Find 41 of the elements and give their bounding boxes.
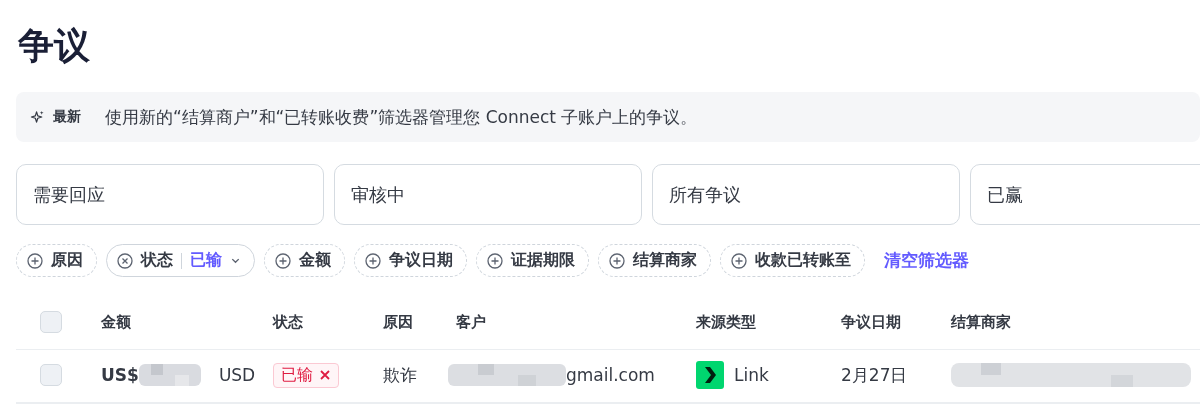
filter-tab[interactable]: 所有争议 [652, 164, 960, 225]
column-header: 原因 [383, 312, 414, 332]
column-header: 金额 [101, 312, 132, 332]
add-icon [731, 252, 747, 269]
source-type: Link [734, 365, 769, 385]
add-icon [275, 252, 291, 269]
chevron-logo-icon [696, 361, 724, 389]
column-header: 争议日期 [841, 312, 902, 332]
customer-email: gmail.com [566, 365, 655, 385]
column-header: 来源类型 [696, 312, 757, 332]
add-icon [487, 252, 503, 269]
redacted-blur [138, 364, 201, 386]
sparkle-icon [30, 109, 45, 125]
table-cell-text: 欺诈 [383, 363, 418, 387]
add-filter-chip[interactable]: 金额 [264, 244, 345, 277]
new-label: 最新 [53, 108, 81, 126]
page-title: 争议 [17, 24, 91, 68]
row-checkbox[interactable] [40, 364, 62, 386]
filter-tab[interactable]: 已赢 [970, 164, 1200, 225]
currency-text: USD [218, 365, 256, 385]
select-all-checkbox[interactable] [40, 311, 62, 333]
add-filter-chip[interactable]: 收款已转账至 [720, 244, 865, 277]
clear-filters-link[interactable]: 清空筛选器 [884, 249, 969, 272]
column-header: 客户 [456, 312, 487, 332]
column-header: 状态 [273, 312, 304, 332]
remove-icon [117, 252, 133, 269]
filter-tab[interactable]: 审核中 [334, 164, 642, 225]
active-filter-chip[interactable]: 状态 已输 [106, 244, 255, 277]
add-icon [27, 252, 43, 269]
table-cell-text: 2月27日 [841, 363, 909, 387]
banner-text: 使用新的“结算商户”和“已转账收费”筛选器管理您 Connect 子账户上的争议。 [105, 105, 698, 129]
status-badge: 已输 [273, 362, 339, 388]
add-filter-chip[interactable]: 结算商家 [598, 244, 711, 277]
add-icon [365, 252, 381, 269]
column-header: 结算商家 [951, 312, 1012, 332]
amount-text: US$ [101, 365, 139, 385]
add-icon [609, 252, 625, 269]
filter-tab[interactable]: 需要回应 [16, 164, 324, 225]
add-filter-chip[interactable]: 证据期限 [476, 244, 589, 277]
add-filter-chip[interactable]: 争议日期 [354, 244, 467, 277]
add-filter-chip[interactable]: 原因 [16, 244, 97, 277]
